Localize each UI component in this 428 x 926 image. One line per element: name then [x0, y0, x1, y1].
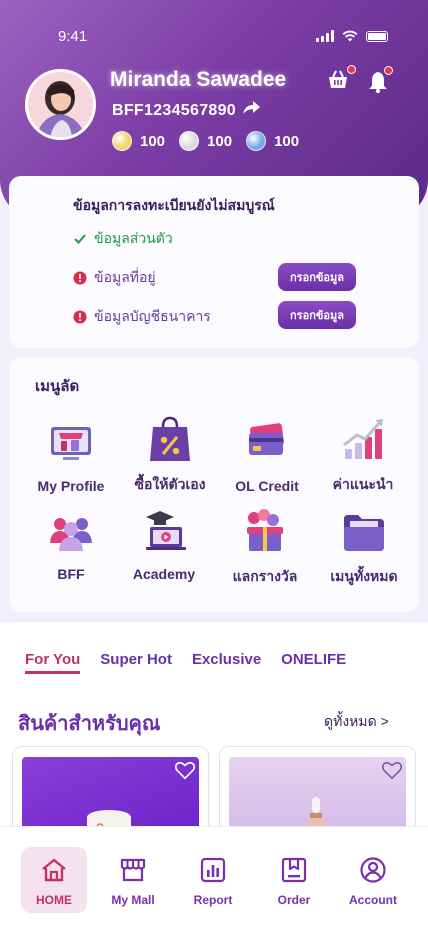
menu-item-label: เมนูทั้งหมด — [330, 568, 398, 584]
registration-item-bank: ข้อมูลบัญชีธนาคาร — [73, 306, 211, 328]
registration-item-address: ข้อมูลที่อยู่ — [73, 267, 156, 289]
coin-balance: 100 — [179, 131, 232, 151]
menu-item-label: ซื้อให้ตัวเอง — [134, 476, 206, 492]
silver-coin-icon — [179, 131, 200, 151]
member-id: BFF1234567890 — [112, 102, 236, 119]
nav-my-mall[interactable]: My Mall — [100, 847, 166, 913]
menu-item-bff[interactable]: BFF — [21, 507, 121, 582]
registration-item-label: ข้อมูลบัญชีธนาคาร — [94, 308, 211, 324]
order-icon — [281, 857, 307, 883]
tab-onelife[interactable]: ONELIFE — [281, 651, 346, 674]
alert-icon — [73, 310, 87, 324]
battery-icon — [366, 30, 388, 42]
shortcut-menu-card: เมนูลัด My Profile ซื้อให้ตัวเอง OL Cred… — [9, 357, 419, 612]
tab-exclusive[interactable]: Exclusive — [192, 651, 261, 674]
gold-coin-icon — [112, 131, 132, 151]
people-group-icon — [50, 518, 92, 551]
heart-icon[interactable] — [174, 759, 196, 781]
registration-item-label: ข้อมูลที่อยู่ — [94, 269, 156, 285]
heart-icon[interactable] — [381, 759, 403, 781]
menu-item-label: แลกรางวัล — [232, 568, 298, 584]
share-icon[interactable] — [241, 97, 261, 117]
menu-item-ol-credit[interactable]: OL Credit — [217, 419, 317, 494]
registration-item-label: ข้อมูลส่วนตัว — [94, 230, 173, 246]
status-icons — [316, 30, 388, 42]
signal-icon — [316, 30, 334, 42]
cart-badge — [347, 65, 356, 74]
nav-report[interactable]: Report — [180, 847, 246, 913]
shortcut-menu-title: เมนูลัด — [35, 378, 80, 395]
report-icon — [200, 857, 226, 883]
status-bar: 9:41 — [58, 28, 388, 48]
coin-balance: 100 — [246, 131, 299, 151]
menu-item-my-profile[interactable]: My Profile — [21, 419, 121, 494]
menu-item-academy[interactable]: Academy — [114, 507, 214, 582]
account-icon — [360, 857, 386, 883]
folder-icon — [344, 515, 384, 551]
coin-value: 100 — [140, 132, 166, 150]
status-time: 9:41 — [58, 28, 88, 45]
user-name: Miranda Sawadee — [110, 68, 287, 91]
shopping-bag-percent-icon — [150, 416, 190, 461]
nav-label: Order — [277, 893, 311, 907]
tab-for-you[interactable]: For You — [25, 651, 81, 674]
coin-balance: 100 — [112, 131, 165, 151]
coin-balances: 100 100 100 — [112, 131, 313, 151]
nav-label: Account — [349, 893, 397, 907]
registration-status-card: ข้อมูลการลงทะเบียนยังไม่สมบูรณ์ ข้อมูลส่… — [9, 176, 419, 348]
category-tabs: For You Super Hot Exclusive ONELIFE — [25, 651, 346, 674]
nav-label: Report — [193, 893, 233, 907]
menu-item-referral[interactable]: ค่าแนะนำ — [313, 415, 413, 496]
nav-account[interactable]: Account — [340, 847, 406, 913]
nav-home[interactable]: HOME — [21, 847, 87, 913]
store-icon — [120, 858, 146, 882]
menu-item-label: BFF — [57, 566, 85, 582]
coin-value: 100 — [274, 132, 300, 150]
nav-label: HOME — [36, 893, 72, 907]
menu-item-all-menu[interactable]: เมนูทั้งหมด — [314, 507, 414, 588]
registration-item-personal: ข้อมูลส่วนตัว — [73, 228, 173, 250]
fill-bank-button[interactable]: กรอกข้อมูล — [278, 301, 356, 329]
checkmark-icon — [74, 234, 86, 244]
fill-address-button[interactable]: กรอกข้อมูล — [278, 263, 356, 291]
nav-order[interactable]: Order — [261, 847, 327, 913]
registration-title: ข้อมูลการลงทะเบียนยังไม่สมบูรณ์ — [73, 197, 275, 213]
menu-item-label: Academy — [132, 566, 196, 582]
growth-chart-icon — [343, 419, 383, 459]
menu-item-label: ค่าแนะนำ — [332, 476, 394, 492]
menu-item-buy-for-self[interactable]: ซื้อให้ตัวเอง — [120, 415, 220, 496]
menu-item-label: OL Credit — [235, 478, 299, 494]
coin-value: 100 — [207, 132, 233, 150]
menu-item-label: My Profile — [37, 478, 105, 494]
wifi-icon — [342, 30, 358, 42]
alert-icon — [73, 271, 87, 285]
gift-balloons-icon — [247, 509, 283, 551]
profile-shop-icon — [51, 427, 91, 460]
avatar[interactable] — [25, 69, 96, 140]
tab-super-hot[interactable]: Super Hot — [100, 651, 172, 674]
menu-item-rewards[interactable]: แลกรางวัล — [215, 507, 315, 588]
bottom-navigation: HOME My Mall Report Order Account — [0, 826, 428, 926]
home-icon — [42, 858, 66, 882]
credit-cards-icon — [249, 423, 284, 455]
see-all-link[interactable]: ดูทั้งหมด > — [324, 711, 389, 733]
graduation-laptop-icon — [146, 511, 186, 550]
basket-icon[interactable] — [326, 68, 350, 92]
blue-coin-icon — [246, 131, 267, 151]
nav-label: My Mall — [111, 893, 155, 907]
products-section-title: สินค้าสำหรับคุณ — [18, 713, 161, 735]
notification-badge — [384, 66, 393, 75]
